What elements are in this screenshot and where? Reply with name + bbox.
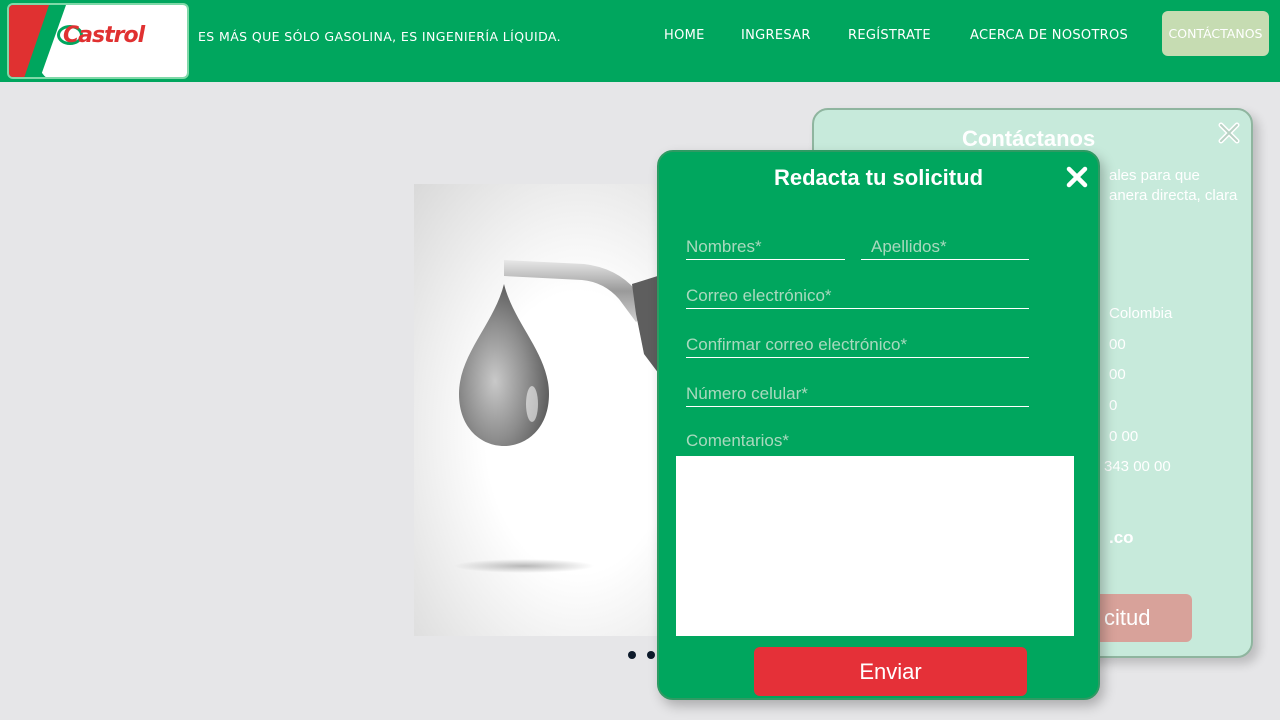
- contact-intro-line2: anera directa, clara: [1109, 187, 1238, 204]
- comments-label: Comentarios*: [686, 431, 789, 450]
- contact-intro-line1: ales para que: [1109, 167, 1200, 184]
- logo-red-stripe: [9, 5, 49, 77]
- close-icon[interactable]: [1065, 165, 1089, 189]
- logo-wordmark: Castrol: [57, 23, 145, 48]
- contact-email: .co: [1109, 528, 1134, 547]
- nombres-field[interactable]: [686, 234, 845, 260]
- contact-phone: 00: [1109, 366, 1126, 383]
- confirm-email-field[interactable]: [686, 332, 1029, 358]
- slider-dot[interactable]: [628, 651, 636, 659]
- contact-phone: 0 00: [1109, 428, 1139, 445]
- nav-ingresar[interactable]: INGRESAR: [741, 28, 811, 43]
- contact-phone: 0: [1109, 397, 1118, 414]
- contact-phone: 00: [1109, 336, 1126, 353]
- slider-dot[interactable]: [647, 651, 655, 659]
- nav-registrate[interactable]: REGÍSTRATE: [848, 28, 931, 43]
- castrol-logo[interactable]: Castrol: [7, 3, 189, 79]
- tagline: ES MÁS QUE SÓLO GASOLINA, ES INGENIERÍA …: [198, 29, 562, 44]
- contact-panel-title: Contáctanos: [962, 126, 1096, 151]
- phone-field[interactable]: [686, 381, 1029, 407]
- comments-textarea[interactable]: [676, 456, 1074, 636]
- nav-home[interactable]: HOME: [664, 28, 705, 43]
- contact-phone: 343 00 00: [1104, 458, 1171, 475]
- request-modal: Redacta tu solicitud Comentarios* Enviar: [657, 150, 1100, 700]
- send-button[interactable]: Enviar: [754, 647, 1027, 696]
- top-header: Castrol ES MÁS QUE SÓLO GASOLINA, ES ING…: [0, 0, 1280, 82]
- apellidos-field[interactable]: [861, 234, 1029, 260]
- contact-country: Colombia: [1109, 305, 1173, 322]
- modal-title: Redacta tu solicitud: [773, 165, 984, 190]
- email-field[interactable]: [686, 283, 1029, 309]
- nav-contactanos[interactable]: CONTÁCTANOS: [1162, 11, 1269, 56]
- nav-acerca[interactable]: ACERCA DE NOSOTROS: [970, 28, 1128, 43]
- contact-close-icon[interactable]: [1216, 120, 1242, 146]
